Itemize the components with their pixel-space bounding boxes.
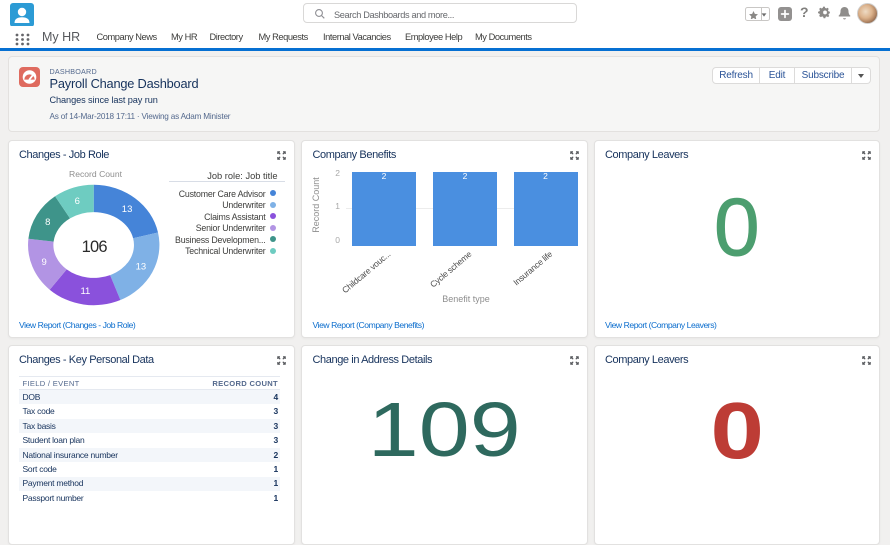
svg-text:13: 13 xyxy=(136,261,147,272)
svg-text:11: 11 xyxy=(81,286,91,297)
svg-text:13: 13 xyxy=(122,204,133,215)
svg-text:8: 8 xyxy=(45,217,50,228)
svg-text:6: 6 xyxy=(75,196,80,207)
svg-text:9: 9 xyxy=(42,257,47,268)
